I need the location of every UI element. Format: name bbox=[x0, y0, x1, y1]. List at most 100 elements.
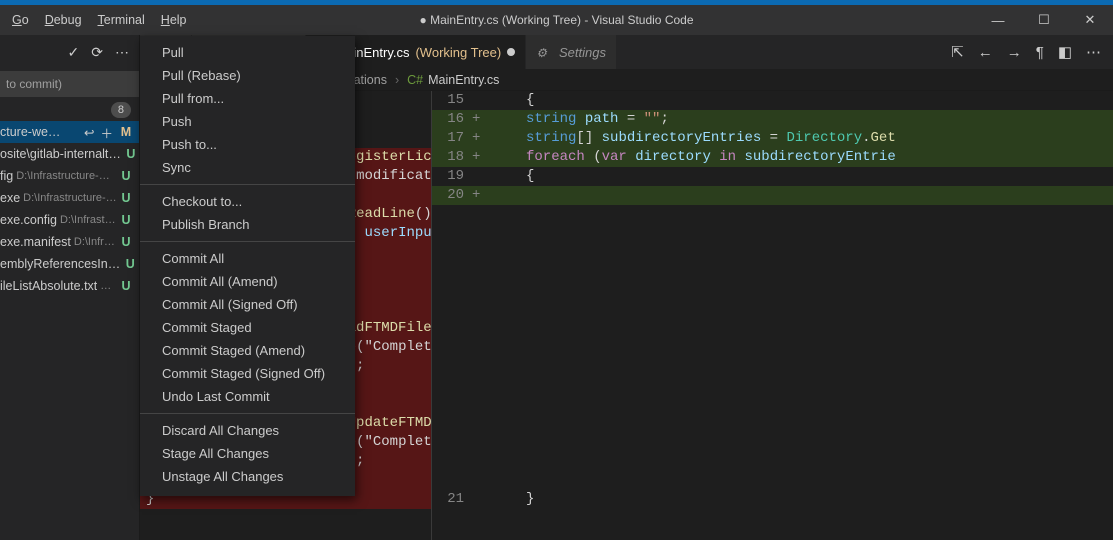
code-line bbox=[432, 243, 1113, 262]
scm-change-row[interactable]: exe.configD:\Infrast…U bbox=[0, 209, 139, 231]
code-line bbox=[432, 376, 1113, 395]
gutter-plus-icon bbox=[472, 300, 486, 319]
gear-icon bbox=[536, 45, 553, 60]
maximize-button[interactable]: ☐ bbox=[1021, 5, 1067, 35]
menu-debug[interactable]: Debug bbox=[37, 9, 90, 31]
line-number: 18 bbox=[432, 148, 472, 167]
menu-item-publish-branch[interactable]: Publish Branch bbox=[140, 213, 355, 236]
code-line bbox=[432, 414, 1113, 433]
diff-modified-pane[interactable]: 15{16+string path = "";17+string[] subdi… bbox=[431, 91, 1113, 540]
scm-change-row[interactable]: emblyReferencesIn…U bbox=[0, 253, 139, 275]
menu-separator bbox=[140, 241, 355, 242]
refresh-icon[interactable]: ⟳ bbox=[91, 44, 103, 61]
line-number bbox=[432, 452, 472, 471]
gutter-plus-icon bbox=[472, 262, 486, 281]
scm-change-row[interactable]: exeD:\Infrastructure-…U bbox=[0, 187, 139, 209]
scm-status-letter: U bbox=[119, 169, 133, 183]
gutter-plus-icon bbox=[472, 357, 486, 376]
menu-item-commit-staged-amend[interactable]: Commit Staged (Amend) bbox=[140, 339, 355, 362]
gutter-plus-icon bbox=[472, 414, 486, 433]
menu-item-commit-staged-signed-off[interactable]: Commit Staged (Signed Off) bbox=[140, 362, 355, 385]
scm-file-path: D:\Infr… bbox=[74, 236, 119, 248]
scm-change-row[interactable]: exe.manifestD:\Infr…U bbox=[0, 231, 139, 253]
menu-item-commit-staged[interactable]: Commit Staged bbox=[140, 316, 355, 339]
next-change-icon[interactable]: → bbox=[1007, 44, 1022, 61]
scm-status-letter: U bbox=[123, 257, 137, 271]
scm-panel: ✓ ⟳ ⋯ to commit) 8 cture-we…↩＋Mosite\git… bbox=[0, 35, 140, 540]
menu-item-pull[interactable]: Pull bbox=[140, 41, 355, 64]
scm-file-name: emblyReferencesIn… bbox=[0, 257, 120, 271]
prev-change-icon[interactable]: ← bbox=[978, 44, 993, 61]
split-editor-icon[interactable]: ◧ bbox=[1058, 43, 1072, 61]
menu-item-discard-all-changes[interactable]: Discard All Changes bbox=[140, 419, 355, 442]
breadcrumb-leaf-label: MainEntry.cs bbox=[428, 73, 499, 87]
menu-item-checkout-to[interactable]: Checkout to... bbox=[140, 190, 355, 213]
menu-item-pull-rebase[interactable]: Pull (Rebase) bbox=[140, 64, 355, 87]
code-line bbox=[432, 281, 1113, 300]
menu-item-sync[interactable]: Sync bbox=[140, 156, 355, 179]
scm-file-name: fig bbox=[0, 169, 13, 183]
code-line bbox=[432, 319, 1113, 338]
line-number bbox=[432, 338, 472, 357]
line-number bbox=[432, 395, 472, 414]
menu-go[interactable]: Go bbox=[4, 9, 37, 31]
scm-change-row[interactable]: cture-we…↩＋M bbox=[0, 121, 139, 143]
scm-status-letter: M bbox=[119, 125, 133, 139]
changes-header[interactable]: 8 bbox=[0, 99, 139, 121]
gutter-plus-icon bbox=[472, 338, 486, 357]
code-line: 16+string path = ""; bbox=[432, 110, 1113, 129]
menu-help[interactable]: Help bbox=[153, 9, 195, 31]
tab-label: Settings bbox=[559, 45, 606, 60]
line-number bbox=[432, 319, 472, 338]
menu-item-commit-all[interactable]: Commit All bbox=[140, 247, 355, 270]
code-line: 20+ bbox=[432, 186, 1113, 205]
menu-separator bbox=[140, 184, 355, 185]
code-line bbox=[432, 300, 1113, 319]
tab-settings[interactable]: Settings bbox=[526, 35, 617, 69]
scm-file-name: exe.manifest bbox=[0, 235, 71, 249]
line-number bbox=[432, 262, 472, 281]
title-bar: Go Debug Terminal Help ● MainEntry.cs (W… bbox=[0, 5, 1113, 35]
menu-item-push-to[interactable]: Push to... bbox=[140, 133, 355, 156]
gutter-plus-icon bbox=[472, 395, 486, 414]
gutter-plus-icon bbox=[472, 281, 486, 300]
check-icon[interactable]: ✓ bbox=[68, 44, 80, 61]
code-line bbox=[432, 471, 1113, 490]
changes-count-badge: 8 bbox=[111, 102, 131, 118]
commit-message-input[interactable]: to commit) bbox=[0, 71, 139, 97]
menu-terminal[interactable]: Terminal bbox=[90, 9, 153, 31]
menu-item-stage-all-changes[interactable]: Stage All Changes bbox=[140, 442, 355, 465]
menu-item-commit-all-amend[interactable]: Commit All (Amend) bbox=[140, 270, 355, 293]
scm-change-row[interactable]: figD:\Infrastructure-…U bbox=[0, 165, 139, 187]
minimize-button[interactable]: ― bbox=[975, 5, 1021, 35]
close-window-button[interactable]: ✕ bbox=[1067, 5, 1113, 35]
menu-item-undo-last-commit[interactable]: Undo Last Commit bbox=[140, 385, 355, 408]
dirty-dot-icon bbox=[507, 48, 515, 56]
line-number: 19 bbox=[432, 167, 472, 186]
gutter-plus-icon bbox=[472, 319, 486, 338]
gutter-plus-icon bbox=[472, 490, 486, 509]
scm-change-row[interactable]: osite\gitlab-internalt…U bbox=[0, 143, 139, 165]
code-line: 21} bbox=[432, 490, 1113, 509]
scm-file-name: exe.config bbox=[0, 213, 57, 227]
line-number bbox=[432, 414, 472, 433]
discard-icon[interactable]: ↩ bbox=[84, 125, 94, 140]
line-number bbox=[432, 281, 472, 300]
scm-change-row[interactable]: ileListAbsolute.txt…U bbox=[0, 275, 139, 297]
code-line bbox=[432, 205, 1113, 224]
menu-item-pull-from[interactable]: Pull from... bbox=[140, 87, 355, 110]
csharp-file-icon: C# bbox=[407, 73, 423, 87]
gutter-plus-icon bbox=[472, 433, 486, 452]
menu-item-commit-all-signed-off[interactable]: Commit All (Signed Off) bbox=[140, 293, 355, 316]
stage-icon[interactable]: ＋ bbox=[100, 123, 113, 142]
line-number bbox=[432, 471, 472, 490]
menu-item-push[interactable]: Push bbox=[140, 110, 355, 133]
more-actions-icon[interactable]: ⋯ bbox=[1086, 43, 1101, 61]
breadcrumb-leaf[interactable]: C# MainEntry.cs bbox=[407, 73, 499, 87]
scm-file-path: … bbox=[100, 280, 119, 292]
menu-item-unstage-all-changes[interactable]: Unstage All Changes bbox=[140, 465, 355, 488]
menu-separator bbox=[140, 413, 355, 414]
toggle-whitespace-icon[interactable]: ¶ bbox=[1036, 44, 1044, 61]
more-icon[interactable]: ⋯ bbox=[115, 44, 129, 61]
open-changes-icon[interactable]: ⇱ bbox=[951, 43, 964, 61]
